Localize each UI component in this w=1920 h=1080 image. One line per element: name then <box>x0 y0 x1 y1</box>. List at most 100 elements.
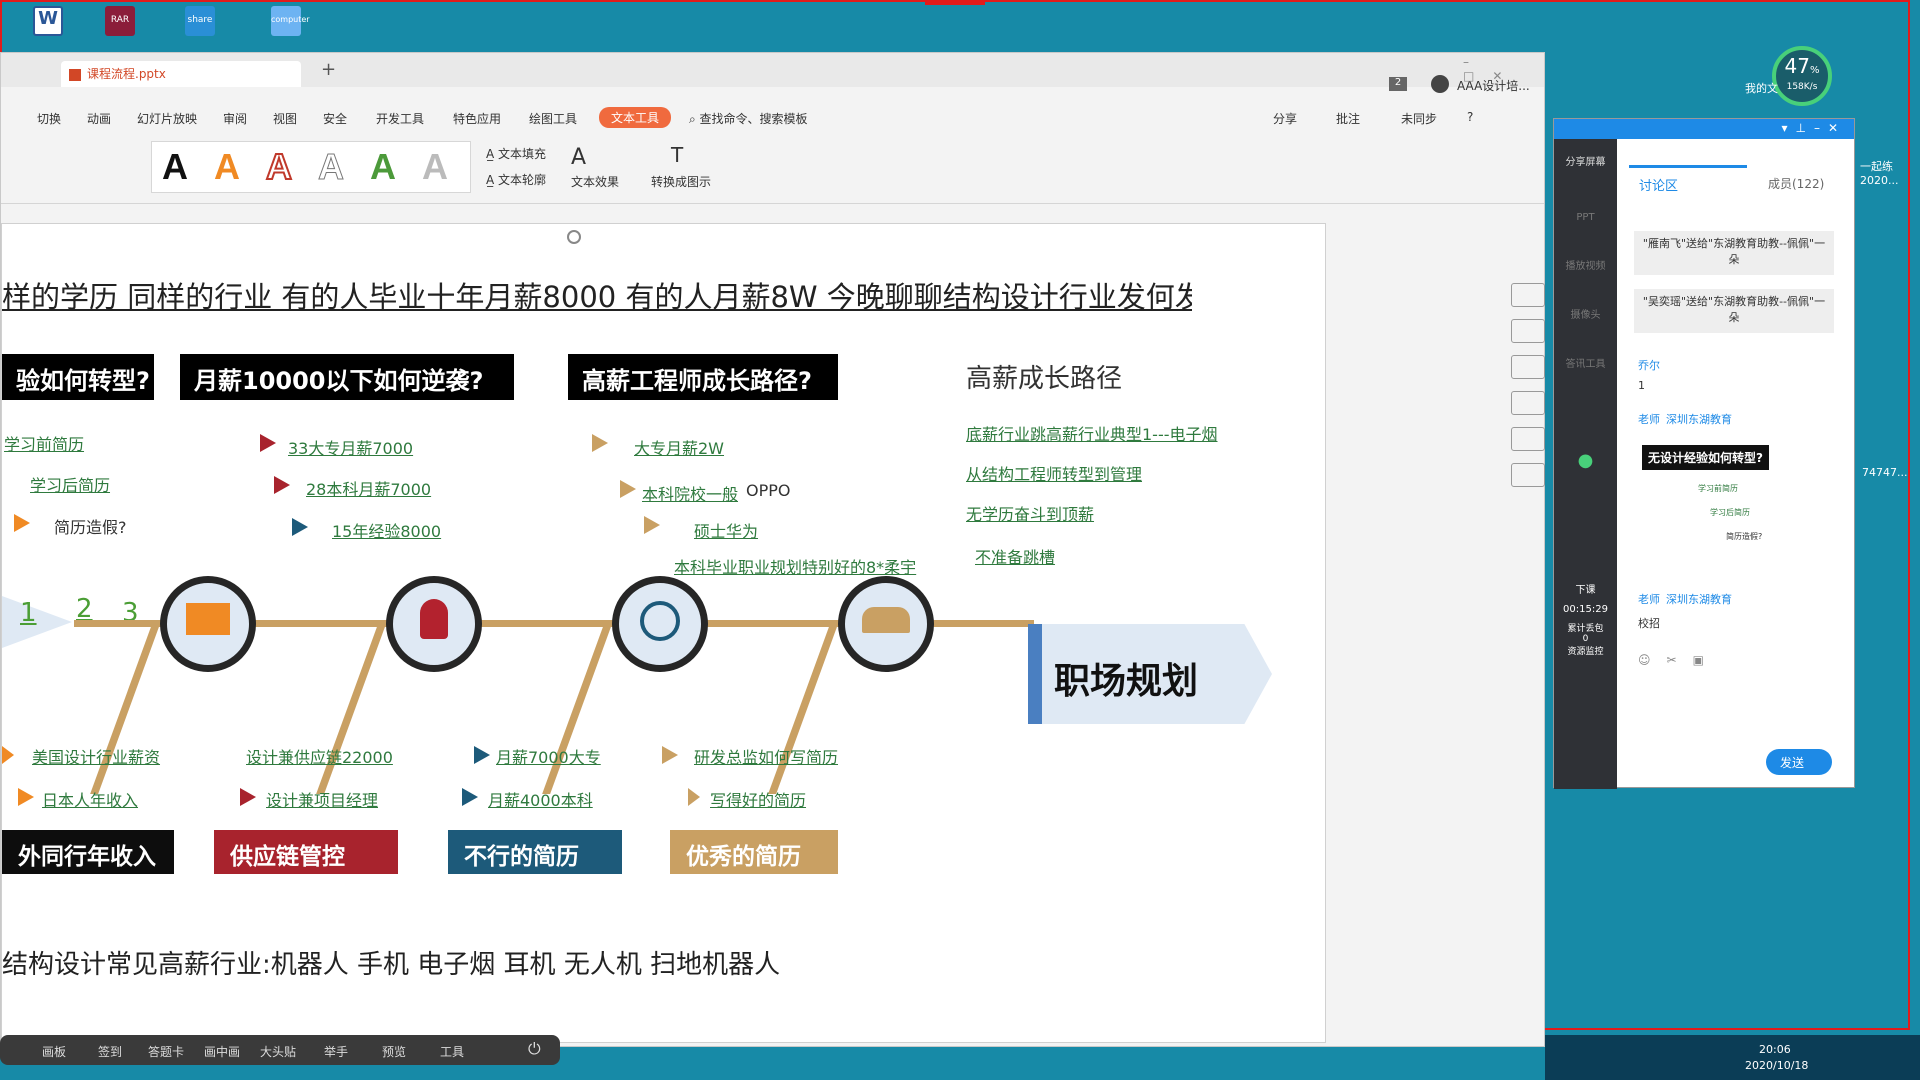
teacher-name[interactable]: 老师 深圳东湖教育 <box>1638 591 1732 607</box>
box-foreign-income[interactable]: 外同行年收入 <box>2 830 174 874</box>
menu-drawing-tools[interactable]: 绘图工具 <box>529 110 577 127</box>
tool-icon[interactable] <box>1511 391 1545 415</box>
link-28-7000[interactable]: 28本科月薪7000 <box>306 476 431 500</box>
link-project-manager[interactable]: 设计兼项目经理 <box>266 787 378 811</box>
text-effect-icon[interactable]: A <box>571 145 586 170</box>
link-4000-bachelor[interactable]: 月薪4000本科 <box>488 787 593 811</box>
desk-label[interactable]: 2020... <box>1860 174 1898 187</box>
wordart-style-6[interactable]: A <box>422 146 448 188</box>
wordart-style-1[interactable]: A <box>162 146 188 188</box>
desk-label[interactable]: 一起练 <box>1860 158 1893 174</box>
text-outline-button[interactable]: A̲ 文本轮廓 <box>486 171 546 188</box>
add-tab-button[interactable]: + <box>321 59 336 80</box>
chat-user[interactable]: 乔尔 <box>1638 357 1660 373</box>
footer-industries[interactable]: 结构设计常见高薪行业:机器人 手机 电子烟 耳机 无人机 扫地机器人 <box>2 944 780 981</box>
search-commands[interactable]: ⌕ 查找命令、搜索模板 <box>689 110 808 127</box>
link-to-management[interactable]: 从结构工程师转型到管理 <box>966 461 1142 485</box>
avatar[interactable] <box>1431 75 1449 93</box>
link-before-resume[interactable]: 学习前简历 <box>4 431 84 455</box>
tab-discussion[interactable]: 讨论区 <box>1639 175 1678 194</box>
box-bad-resume[interactable]: 不行的简历 <box>448 830 622 874</box>
text-fill-button[interactable]: A̲ 文本填充 <box>486 145 546 162</box>
menu-features[interactable]: 特色应用 <box>453 110 501 127</box>
sync-status[interactable]: 未同步 <box>1401 110 1437 127</box>
power-icon[interactable]: ⏻ <box>528 1039 541 1059</box>
window-controls[interactable]: –□✕ <box>1463 55 1544 83</box>
link-no-job-change[interactable]: 不准备跳槽 <box>975 544 1055 568</box>
node-mail[interactable] <box>160 576 256 672</box>
menu-view[interactable]: 视图 <box>273 110 297 127</box>
tool-drawing-board[interactable]: 画板 <box>42 1043 66 1060</box>
ppt-button[interactable]: PPT <box>1554 212 1617 223</box>
tool-tools[interactable]: 工具 <box>440 1043 464 1060</box>
clock-time[interactable]: 20:06 <box>1759 1043 1791 1056</box>
clock-date[interactable]: 2020/10/18 <box>1745 1059 1808 1072</box>
link-supply-chain-22000[interactable]: 设计兼供应链22000 <box>246 744 393 768</box>
box-good-resume[interactable]: 优秀的简历 <box>670 830 838 874</box>
convert-to-diagram-button[interactable]: 转换成图示 <box>651 173 711 190</box>
play-video-button[interactable]: 播放视频 <box>1554 257 1617 272</box>
header-salary[interactable]: 月薪10000以下如何逆袭? <box>180 354 514 400</box>
tool-sign-in[interactable]: 签到 <box>98 1043 122 1060</box>
teacher-name[interactable]: 老师 深圳东湖教育 <box>1638 411 1732 427</box>
chat-titlebar[interactable]: ▾⊥–✕ <box>1554 119 1854 139</box>
link-33-7000[interactable]: 33大专月薪7000 <box>288 435 413 459</box>
box-supply-chain[interactable]: 供应链管控 <box>214 830 398 874</box>
tool-preview[interactable]: 预览 <box>382 1043 406 1060</box>
share-button[interactable]: 分享 <box>1273 110 1297 127</box>
menu-text-tools[interactable]: 文本工具 <box>599 107 672 128</box>
end-class-button[interactable]: 下课 <box>1554 581 1617 596</box>
menu-review[interactable]: 审阅 <box>223 110 247 127</box>
send-button[interactable]: 发送 <box>1766 749 1832 775</box>
link-japan-income[interactable]: 日本人年收入 <box>42 787 138 811</box>
comment-button[interactable]: 批注 <box>1336 110 1360 127</box>
wordart-style-4[interactable]: A <box>318 146 345 188</box>
tools-button[interactable]: 答讯工具 <box>1554 355 1617 370</box>
link-master-huawei[interactable]: 硕士华为 <box>694 518 758 542</box>
node-idea[interactable] <box>386 576 482 672</box>
node-globe[interactable] <box>612 576 708 672</box>
tab-members[interactable]: 成员(122) <box>1768 175 1824 192</box>
tool-icon[interactable] <box>1511 427 1545 451</box>
menu-dev-tools[interactable]: 开发工具 <box>376 110 424 127</box>
link-e-cigarette[interactable]: 底薪行业跳高薪行业典型1---电子烟 <box>966 421 1218 445</box>
slide-title[interactable]: 样的学历 同样的行业 有的人毕业十年月薪8000 有的人月薪8W 今晚聊聊结构设… <box>2 274 1192 316</box>
desktop-icon-computer[interactable]: computer <box>258 6 314 48</box>
menu-security[interactable]: 安全 <box>323 110 347 127</box>
desktop-icon-word[interactable]: W <box>20 6 76 48</box>
tool-answer-card[interactable]: 答题卡 <box>148 1043 184 1060</box>
help-button[interactable]: ? <box>1467 110 1473 124</box>
menu-animation[interactable]: 动画 <box>87 110 111 127</box>
wordart-style-5[interactable]: A <box>370 146 396 188</box>
link-ordinary-college[interactable]: 本科院校一般 <box>642 481 738 505</box>
link-no-degree[interactable]: 无学历奋斗到顶薪 <box>966 501 1094 525</box>
desk-label[interactable]: 我的文 <box>1745 80 1778 96</box>
link-7000-college[interactable]: 月薪7000大专 <box>496 744 601 768</box>
tool-icon[interactable] <box>1511 283 1545 307</box>
tool-icon[interactable] <box>1511 463 1545 487</box>
node-team[interactable] <box>838 576 934 672</box>
header-growth[interactable]: 高薪工程师成长路径? <box>568 354 838 400</box>
convert-icon[interactable]: T <box>671 143 683 167</box>
tool-sticker[interactable]: 大头贴 <box>260 1043 296 1060</box>
header-high-salary-path[interactable]: 高薪成长路径 <box>966 358 1122 395</box>
text-effect-button[interactable]: 文本效果 <box>571 173 619 190</box>
header-transition[interactable]: 验如何转型? <box>2 354 154 400</box>
wordart-style-3[interactable]: A <box>265 145 293 188</box>
rotate-handle-icon[interactable] <box>567 230 581 244</box>
link-director-resume[interactable]: 研发总监如何写简历 <box>694 744 838 768</box>
link-college-2w[interactable]: 大专月薪2W <box>634 435 724 459</box>
link-career-plan[interactable]: 本科毕业职业规划特别好的8*柔宇 <box>674 554 916 578</box>
document-tab[interactable]: 课程流程.pptx <box>61 61 301 87</box>
chat-window-controls[interactable]: ▾⊥–✕ <box>1781 121 1846 135</box>
share-screen-button[interactable]: 分享屏幕 <box>1554 153 1617 168</box>
tool-raise-hand[interactable]: 举手 <box>324 1043 348 1060</box>
link-good-resume[interactable]: 写得好的简历 <box>710 787 806 811</box>
desktop-icon-share[interactable]: share <box>172 6 228 48</box>
desk-label[interactable]: 74747... <box>1862 466 1907 479</box>
chat-input-tools[interactable]: ☺✂▣ <box>1638 653 1720 667</box>
menu-switch[interactable]: 切换 <box>37 110 61 127</box>
tool-pip[interactable]: 画中画 <box>204 1043 240 1060</box>
mic-icon[interactable]: ● <box>1554 450 1617 471</box>
number-1[interactable]: 1 <box>20 598 37 628</box>
